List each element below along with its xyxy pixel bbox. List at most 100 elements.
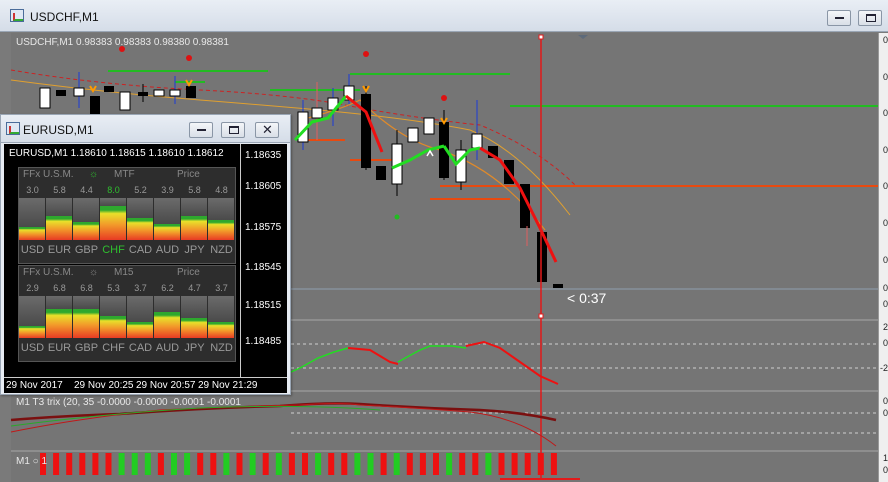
price-label: 1.18545 <box>245 262 282 273</box>
histogram-bar <box>393 453 400 475</box>
gear-icon[interactable]: ☼ <box>89 267 98 278</box>
histogram-bar <box>197 453 204 475</box>
scale-label: 2 <box>882 322 888 332</box>
strength-bar <box>154 198 180 240</box>
restore-icon <box>229 126 239 134</box>
meter-name: FFx U.S.M. <box>23 267 74 278</box>
price-label: 1.18635 <box>245 150 282 161</box>
eurusd-price-scale[interactable]: 1.18635 1.18605 1.18575 1.18545 1.18515 … <box>240 144 287 377</box>
histogram-bar <box>328 453 335 475</box>
histogram-bar <box>223 453 230 475</box>
histogram-bar <box>66 453 73 475</box>
strength-bar <box>73 198 99 240</box>
scale-label: 0 <box>882 465 888 475</box>
meter-currency: EUR <box>47 244 72 256</box>
chart-window-icon <box>6 122 20 135</box>
meter-value: 5.8 <box>188 185 201 195</box>
strength-bar <box>127 198 153 240</box>
meter-value: 4.7 <box>188 283 201 293</box>
histogram-bar <box>171 453 177 475</box>
scale-label: 0 <box>882 145 888 155</box>
histogram-bar <box>236 453 243 475</box>
meter-value: 3.9 <box>161 185 174 195</box>
meter-bars <box>19 198 235 240</box>
meter-values: 3.0 5.8 4.4 8.0 5.2 3.9 5.8 4.8 <box>19 185 235 197</box>
time-label: 29 Nov 20:57 <box>136 380 196 391</box>
meter-currency: NZD <box>210 342 233 354</box>
meter-currency: NZD <box>210 244 233 256</box>
meter-currency: CAD <box>128 342 153 354</box>
histogram-bar <box>118 453 125 475</box>
scale-label: 0 <box>882 35 888 45</box>
eurusd-titlebar[interactable]: EURUSD,M1 ✕ <box>1 115 290 143</box>
eurusd-chart-area[interactable]: EURUSD,M1 1.18610 1.18615 1.18610 1.1861… <box>4 144 287 393</box>
histogram-bar <box>498 453 505 475</box>
eurusd-time-axis[interactable]: 29 Nov 2017 29 Nov 20:25 29 Nov 20:57 29… <box>4 377 287 393</box>
scale-label: 0 <box>882 181 888 191</box>
histogram-bar <box>275 453 282 475</box>
strength-bar <box>208 198 234 240</box>
meter-value: 5.2 <box>134 185 147 195</box>
time-label: 29 Nov 20:25 <box>74 380 134 391</box>
strength-bar <box>154 296 180 338</box>
meter-value: 3.7 <box>134 283 147 293</box>
meter-value: 6.8 <box>53 283 66 293</box>
histogram-bar <box>210 453 217 475</box>
histogram-bar <box>315 453 322 475</box>
histogram-bar <box>92 453 99 475</box>
strength-bar <box>100 198 126 240</box>
histogram-bar <box>433 453 439 475</box>
scale-label: 0 <box>882 408 888 418</box>
close-button[interactable]: ✕ <box>255 122 279 138</box>
trix-indicator-label: M1 T3 trix (20, 35 -0.0000 -0.0000 -0.00… <box>16 397 241 408</box>
meter-currency: GBP <box>74 244 99 256</box>
histogram-bar <box>459 453 466 475</box>
meter-values: 2.9 6.8 6.8 5.3 3.7 6.2 4.7 3.7 <box>19 283 235 295</box>
scale-label: 0 <box>882 299 888 309</box>
meter-header: FFx U.S.M. ☼ M15 Price <box>19 266 235 280</box>
meter-value: 3.7 <box>215 283 228 293</box>
histogram-bar <box>79 453 86 475</box>
gear-icon[interactable]: ☼ <box>89 169 98 180</box>
meter-value: 2.9 <box>26 283 39 293</box>
strength-bar <box>100 296 126 338</box>
dots-indicator-label: M1 ○ 1 <box>16 456 48 467</box>
meter-currency: CHF <box>102 342 125 354</box>
histogram-bar <box>472 453 479 475</box>
histogram-bar <box>485 453 492 475</box>
minimize-button[interactable] <box>189 122 213 138</box>
meter-value: 6.2 <box>161 283 174 293</box>
chart-header: EURUSD,M1 1.18610 1.18615 1.18610 1.1861… <box>9 148 224 159</box>
meter-currency: GBP <box>74 342 99 354</box>
histogram-bar <box>249 453 256 475</box>
histogram-bar <box>53 453 60 475</box>
strength-bar <box>46 198 72 240</box>
strength-bar <box>127 296 153 338</box>
price-scale[interactable]: 0 0 0 0 0 0 0 0 0 2 0 -2 0 0 1 0 <box>878 33 888 482</box>
histogram-bar <box>144 453 151 475</box>
scale-label: 0 <box>882 396 888 406</box>
histogram-bar <box>157 453 164 475</box>
histogram-bar <box>354 453 361 475</box>
scale-label: -2 <box>879 363 888 373</box>
eurusd-chart-window[interactable]: EURUSD,M1 ✕ EURUSD,M1 1.18610 1.18615 1.… <box>0 114 291 395</box>
histogram-bar <box>184 453 191 475</box>
time-label: 29 Nov 21:29 <box>198 380 258 391</box>
strength-bar <box>208 296 234 338</box>
histogram-bar <box>537 453 544 475</box>
scale-label: 0 <box>882 283 888 293</box>
restore-button[interactable] <box>221 122 245 138</box>
histogram-bar <box>262 453 269 475</box>
strength-bar <box>181 198 207 240</box>
strength-bar <box>73 296 99 338</box>
meter-currency: CHF <box>102 244 125 256</box>
meter-value: 6.8 <box>80 283 93 293</box>
scale-label: 0 <box>882 255 888 265</box>
meter-name: FFx U.S.M. <box>23 169 74 180</box>
meter-currency: CAD <box>128 244 153 256</box>
meter-currency: USD <box>20 342 45 354</box>
meter-bars <box>19 296 235 338</box>
histogram-bar <box>446 453 453 475</box>
price-label: 1.18485 <box>245 336 282 347</box>
meter-currency: JPY <box>184 342 205 354</box>
